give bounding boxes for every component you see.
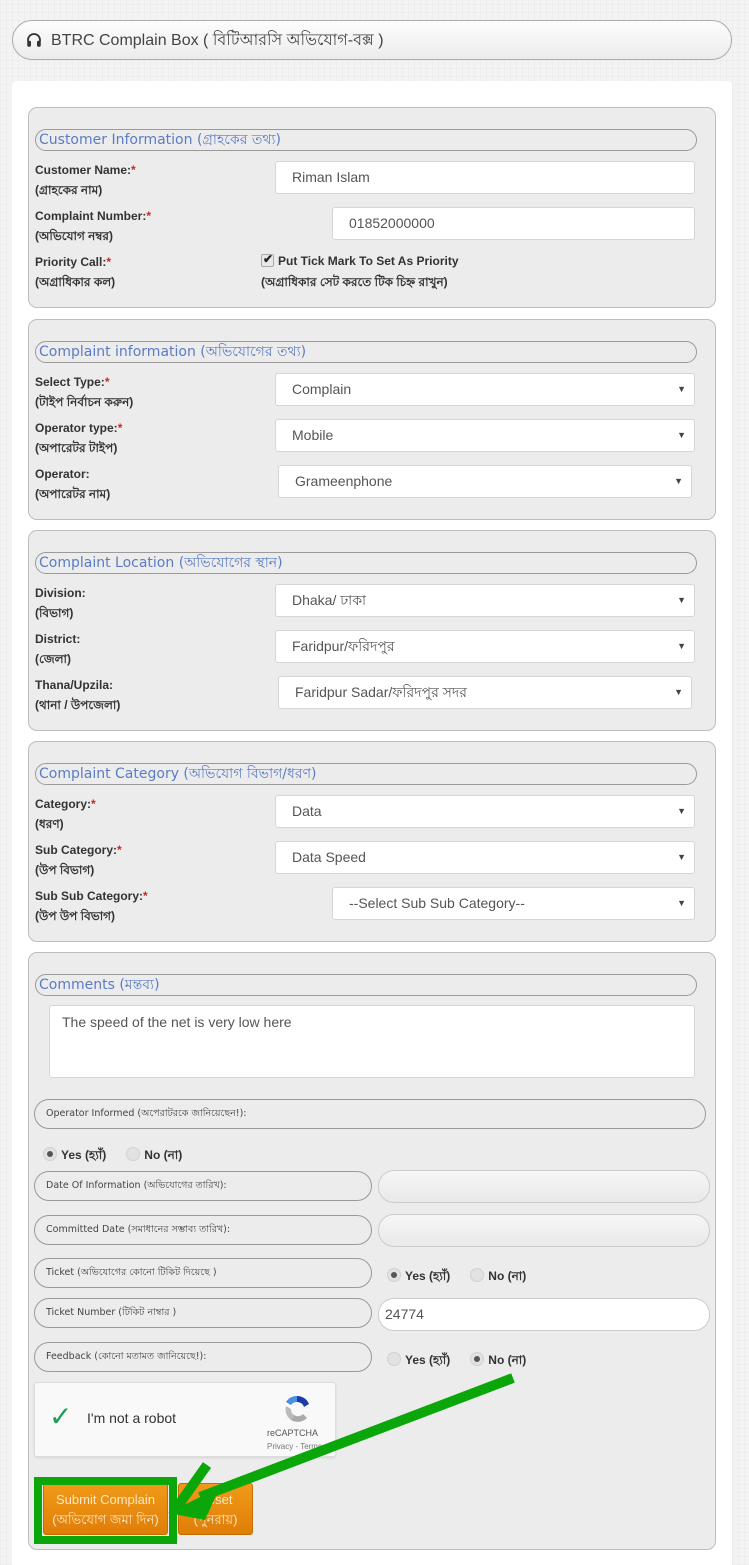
ticket-radio-group: Yes (হ্যাঁ) No (না)	[387, 1268, 546, 1288]
select-type-row: Select Type:* (টাইপ নির্বাচন করুন) Compl…	[35, 372, 703, 416]
sub-sub-category-label: Sub Sub Category:	[35, 889, 144, 903]
chevron-down-icon: ▼	[677, 384, 686, 394]
chevron-down-icon: ▼	[677, 641, 686, 651]
recaptcha-logo-icon	[285, 1395, 309, 1422]
complaint-info-section: Complaint information (অভিযোগের তথ্য) Se…	[28, 319, 716, 520]
chevron-down-icon: ▼	[677, 898, 686, 908]
operator-type-label: Operator type:	[35, 421, 118, 435]
customer-name-input[interactable]: Riman Islam	[275, 161, 695, 194]
recaptcha-terms-link[interactable]: Privacy - Terms	[267, 1442, 322, 1451]
ticket-number-label: Ticket Number (টিকিট নাম্বার )	[34, 1298, 372, 1328]
page-title: BTRC Complain Box ( বিটিআরসি অভিযোগ-বক্স…	[51, 31, 384, 49]
priority-label: Priority Call:	[35, 255, 107, 269]
priority-hint-bn: (অগ্রাধিকার সেট করতে টিক চিহ্ন রাখুন)	[261, 275, 448, 289]
operator-informed-yes-radio[interactable]	[43, 1147, 57, 1161]
sub-category-dropdown[interactable]: Data Speed ▼	[275, 841, 695, 874]
customer-info-section: Customer Information (গ্রাহকের তথ্য) Cus…	[28, 107, 716, 308]
priority-label-bn: (অগ্রাধিকার কল)	[35, 275, 116, 289]
operator-informed-label: Operator Informed (অপেরাটরকে জানিয়েছেন!…	[34, 1099, 706, 1129]
district-dropdown[interactable]: Faridpur/ফরিদপুর ▼	[275, 630, 695, 663]
feedback-no-radio[interactable]	[470, 1352, 485, 1366]
category-dropdown[interactable]: Data ▼	[275, 795, 695, 828]
ticket-number-input[interactable]: 24774	[378, 1298, 710, 1331]
category-label: Category:	[35, 797, 92, 811]
thana-label: Thana/Upzila:	[35, 678, 114, 692]
division-label: Division:	[35, 586, 86, 600]
complaint-number-input[interactable]: 01852000000	[332, 207, 695, 240]
customer-name-row: Customer Name:* (গ্রাহকের নাম) Riman Isl…	[35, 160, 703, 204]
feedback-yes-radio[interactable]	[387, 1352, 401, 1366]
complaint-location-legend: Complaint Location (অভিযোগের স্থান)	[35, 552, 697, 574]
customer-info-legend: Customer Information (গ্রাহকের তথ্য)	[35, 129, 697, 151]
sub-sub-category-row: Sub Sub Category:* (উপ উপ বিভাগ) --Selec…	[35, 886, 703, 930]
ticket-yes-radio[interactable]	[387, 1268, 401, 1282]
comments-section: Comments (মন্তব্য) The speed of the net …	[28, 952, 716, 1550]
thana-row: Thana/Upzila: (থানা / উপজেলা) Faridpur S…	[35, 675, 703, 719]
complaint-category-legend: Complaint Category (অভিযোগ বিভাগ/ধরণ)	[35, 763, 697, 785]
recaptcha-brand: reCAPTCHA	[267, 1428, 319, 1438]
operator-type-dropdown[interactable]: Mobile ▼	[275, 419, 695, 452]
operator-type-row: Operator type:* (অপারেটর টাইপ) Mobile ▼	[35, 418, 703, 462]
priority-checkbox-label: Put Tick Mark To Set As Priority	[278, 254, 459, 268]
committed-date-input[interactable]	[378, 1214, 710, 1247]
chevron-down-icon: ▼	[677, 595, 686, 605]
division-row: Division: (বিভাগ) Dhaka/ ঢাকা ▼	[35, 583, 703, 627]
date-of-information-label: Date Of Information (অভিযোগের তারিখ):	[34, 1171, 372, 1201]
complaint-location-section: Complaint Location (অভিযোগের স্থান) Divi…	[28, 530, 716, 731]
committed-date-label: Committed Date (সমাধানের সম্ভাব্য তারিখ)…	[34, 1215, 372, 1245]
complaint-category-section: Complaint Category (অভিযোগ বিভাগ/ধরণ) Ca…	[28, 741, 716, 942]
feedback-radio-group: Yes (হ্যাঁ) No (না)	[387, 1352, 546, 1372]
chevron-down-icon: ▼	[674, 687, 683, 697]
comments-textarea[interactable]: The speed of the net is very low here	[49, 1005, 695, 1078]
sub-sub-category-dropdown[interactable]: --Select Sub Sub Category-- ▼	[332, 887, 695, 920]
chevron-down-icon: ▼	[677, 852, 686, 862]
priority-row: Priority Call:* (অগ্রাধিকার কল) Put Tick…	[35, 252, 703, 296]
select-type-label-bn: (টাইপ নির্বাচন করুন)	[35, 395, 134, 409]
chevron-down-icon: ▼	[677, 806, 686, 816]
complaint-info-legend: Complaint information (অভিযোগের তথ্য)	[35, 341, 697, 363]
select-type-dropdown[interactable]: Complain ▼	[275, 373, 695, 406]
checkmark-icon: ✓	[49, 1401, 73, 1432]
headset-icon	[27, 33, 41, 47]
ticket-label: Ticket (অভিযোগের কোনো টিকিট দিয়েছে )	[34, 1258, 372, 1288]
complaint-number-label-bn: (অভিযোগ নম্বর)	[35, 229, 114, 243]
complaint-number-label: Complaint Number:	[35, 209, 147, 223]
complaint-number-row: Complaint Number:* (অভিযোগ নম্বর) 018520…	[35, 206, 703, 250]
reset-button[interactable]: Reset (পুনরায়)	[178, 1483, 253, 1535]
category-row: Category:* (ধরণ) Data ▼	[35, 794, 703, 838]
select-type-label: Select Type:	[35, 375, 105, 389]
chevron-down-icon: ▼	[677, 430, 686, 440]
operator-row: Operator: (অপারেটর নাম) Grameenphone ▼	[35, 464, 703, 508]
recaptcha-label: I'm not a robot	[87, 1410, 177, 1426]
operator-label: Operator:	[35, 467, 90, 481]
division-dropdown[interactable]: Dhaka/ ঢাকা ▼	[275, 584, 695, 617]
complaint-form: Customer Information (গ্রাহকের তথ্য) Cus…	[12, 81, 732, 1565]
date-of-information-input[interactable]	[378, 1170, 710, 1203]
feedback-label: Feedback (কোনো মতামত জানিয়েছে!):	[34, 1342, 372, 1372]
operator-dropdown[interactable]: Grameenphone ▼	[278, 465, 692, 498]
recaptcha-widget[interactable]: ✓ I'm not a robot reCAPTCHA Privacy - Te…	[34, 1382, 336, 1457]
comments-legend: Comments (মন্তব্য)	[35, 974, 697, 996]
operator-informed-no-radio[interactable]	[126, 1147, 141, 1161]
district-label: District:	[35, 632, 81, 646]
sub-category-row: Sub Category:* (উপ বিভাগ) Data Speed ▼	[35, 840, 703, 884]
ticket-no-radio[interactable]	[470, 1268, 485, 1282]
customer-name-label-bn: (গ্রাহকের নাম)	[35, 183, 103, 197]
chevron-down-icon: ▼	[674, 476, 683, 486]
operator-informed-radio-group: Yes (হ্যাঁ) No (না)	[43, 1147, 202, 1167]
priority-checkbox[interactable]	[261, 252, 274, 267]
page-header: BTRC Complain Box ( বিটিআরসি অভিযোগ-বক্স…	[12, 20, 732, 60]
district-row: District: (জেলা) Faridpur/ফরিদপুর ▼	[35, 629, 703, 673]
thana-dropdown[interactable]: Faridpur Sadar/ফরিদপুর সদর ▼	[278, 676, 692, 709]
annotation-highlight-box	[34, 1477, 177, 1544]
customer-name-label: Customer Name:	[35, 163, 132, 177]
sub-category-label: Sub Category:	[35, 843, 118, 857]
